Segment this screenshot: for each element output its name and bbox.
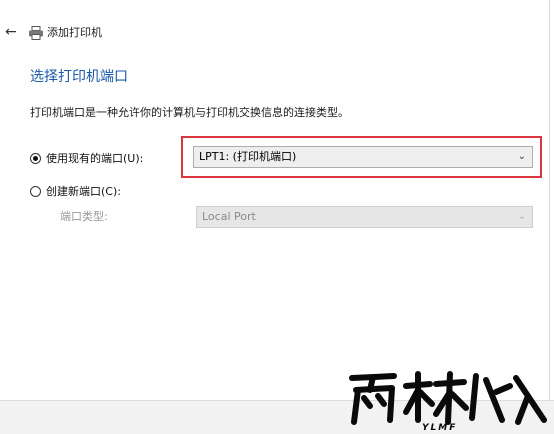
chevron-down-icon: ⌄ xyxy=(517,211,526,222)
port-type-value: Local Port xyxy=(202,210,256,223)
use-existing-port-option[interactable]: 使用现有的端口(U): xyxy=(30,149,143,167)
page-heading: 选择打印机端口 xyxy=(30,69,128,85)
use-existing-port-radio[interactable] xyxy=(30,152,41,164)
use-existing-port-label[interactable]: 使用现有的端口(U): xyxy=(46,150,143,166)
create-new-port-radio[interactable] xyxy=(30,185,41,197)
watermark-logo: YLMF xyxy=(349,371,547,432)
existing-port-value: LPT1: (打印机端口) xyxy=(199,150,297,163)
existing-port-select[interactable]: LPT1: (打印机端口) ⌄ xyxy=(193,146,533,168)
back-arrow-icon[interactable]: ← xyxy=(5,22,21,42)
window-title: 添加打印机 xyxy=(47,26,102,39)
printer-icon xyxy=(29,26,43,40)
create-new-port-label[interactable]: 创建新端口(C): xyxy=(46,183,121,199)
title-bar: ← 添加打印机 xyxy=(0,22,554,44)
page-description: 打印机端口是一种允许你的计算机与打印机交换信息的连接类型。 xyxy=(30,106,349,119)
chevron-down-icon: ⌄ xyxy=(517,151,526,162)
watermark-text: YLMF xyxy=(422,423,457,432)
port-type-select: Local Port ⌄ xyxy=(196,206,533,228)
window-right-border xyxy=(549,0,550,400)
port-type-label: 端口类型: xyxy=(60,210,108,223)
create-new-port-option[interactable]: 创建新端口(C): xyxy=(30,182,121,200)
